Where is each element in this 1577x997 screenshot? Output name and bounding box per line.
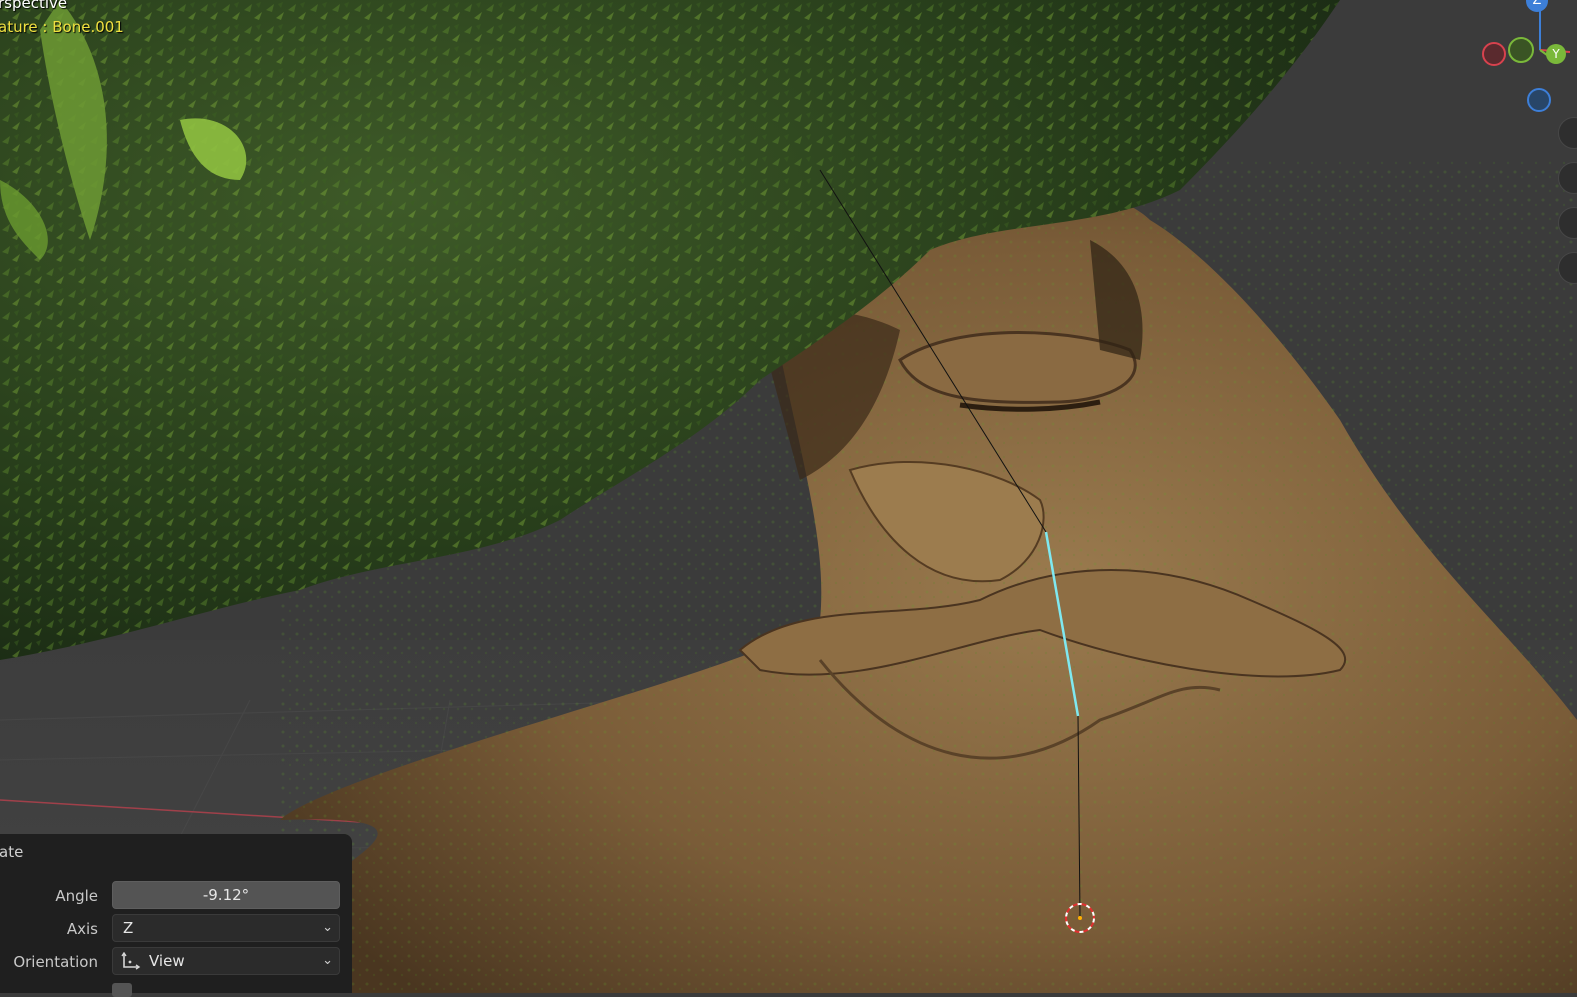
orientation-dropdown[interactable]: View ⌄ [112,947,340,975]
orientation-value: View [149,952,185,970]
axis-label: Axis [66,920,98,938]
orientation-axes-icon [121,952,141,970]
angle-label: Angle [55,887,98,905]
gizmo-neg-x-ball[interactable] [1482,42,1506,66]
operator-redo-panel: ate Angle -9.12° Axis Z ⌄ Orientation Vi… [0,834,352,997]
view-name-label: rspective [0,0,68,12]
angle-field[interactable]: -9.12° [112,881,340,909]
axis-value: Z [123,919,134,937]
axis-dropdown[interactable]: Z ⌄ [112,914,340,942]
chevron-down-icon: ⌄ [322,953,333,968]
operator-title[interactable]: ate [0,843,23,861]
chevron-down-icon: ⌄ [322,920,333,935]
gizmo-y-ball[interactable]: Y [1546,44,1566,64]
gizmo-neg-y-ball[interactable] [1508,37,1534,63]
option-checkbox[interactable] [112,983,132,997]
gizmo-neg-z-ball[interactable] [1527,88,1551,112]
orientation-label: Orientation [13,953,98,971]
active-object-label: ature : Bone.001 [0,18,124,36]
